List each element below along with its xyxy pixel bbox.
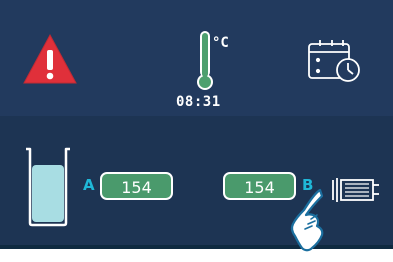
- calendar-clock-icon[interactable]: [303, 38, 367, 82]
- temperature-unit: °C: [212, 35, 229, 51]
- warning-icon[interactable]: [22, 33, 78, 85]
- clock-time: 08:31: [176, 94, 221, 110]
- hand-pointer-icon: [282, 188, 344, 252]
- tank-a-value[interactable]: 154: [100, 172, 173, 200]
- tank-a-label: A: [83, 176, 95, 194]
- beaker-icon[interactable]: [22, 145, 74, 227]
